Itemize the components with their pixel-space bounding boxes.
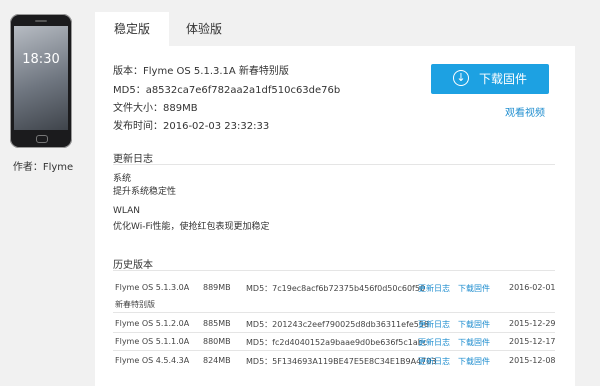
download-link[interactable]: 下载固件 — [458, 319, 490, 330]
changelog-link[interactable]: 更新日志 — [418, 356, 450, 367]
changelog-category: 系统 — [113, 174, 132, 184]
changelog-divider — [113, 164, 555, 165]
history-version: Flyme OS 5.1.2.0A — [115, 319, 190, 328]
history-date: 2015-12-17 — [509, 337, 556, 346]
history-version: Flyme OS 4.5.4.3A — [115, 356, 190, 365]
changelog-link[interactable]: 更新日志 — [418, 283, 450, 294]
row-divider — [113, 312, 555, 313]
phone-screen: 18:30 — [14, 26, 68, 130]
history-version: Flyme OS 5.1.3.0A — [115, 283, 190, 292]
history-size: 889MB — [203, 283, 231, 292]
changelog-link[interactable]: 更新日志 — [418, 319, 450, 330]
phone-clock: 18:30 — [22, 52, 60, 67]
tab-beta[interactable]: 体验版 — [169, 12, 239, 46]
row-divider — [113, 350, 555, 351]
download-button-label: 下载固件 — [479, 72, 528, 86]
download-link[interactable]: 下载固件 — [458, 337, 490, 348]
table-row: Flyme OS 5.1.1.0A 880MB MD5：fc2d4040152a… — [113, 337, 556, 355]
author-label: 作者：Flyme — [12, 162, 74, 173]
history-size: 824MB — [203, 356, 231, 365]
phone-home-button — [36, 135, 48, 143]
history-divider — [113, 270, 555, 271]
firmware-panel: 版本：Flyme OS 5.1.3.1A 新春特别版 MD5：a8532ca7e… — [95, 46, 575, 386]
history-date: 2016-02-01 — [509, 283, 556, 292]
changelog-link[interactable]: 更新日志 — [418, 337, 450, 348]
changelog-item: 优化Wi-Fi性能，使抢红包表现更加稳定 — [113, 222, 270, 232]
history-size: 880MB — [203, 337, 231, 346]
history-date: 2015-12-29 — [509, 319, 556, 328]
table-row: Flyme OS 4.5.4.3A 824MB MD5：5F134693A119… — [113, 356, 556, 374]
release-time-text: 发布时间：2016-02-03 23:32:33 — [113, 121, 270, 132]
history-subtitle: 新春特别版 — [115, 300, 155, 309]
watch-video-link[interactable]: 观看视频 — [505, 104, 545, 119]
download-icon: ↓ — [453, 70, 469, 86]
table-row: Flyme OS 5.1.2.0A 885MB MD5：201243c2eef7… — [113, 319, 556, 337]
history-md5: MD5：201243c2eef790025d8db36311efe558 — [246, 320, 430, 329]
changelog-item: 提升系统稳定性 — [113, 187, 177, 197]
changelog-title: 更新日志 — [113, 154, 153, 165]
download-link[interactable]: 下载固件 — [458, 356, 490, 367]
download-firmware-button[interactable]: ↓ 下载固件 — [431, 64, 549, 94]
history-title: 历史版本 — [113, 260, 153, 271]
tab-stable[interactable]: 稳定版 — [95, 12, 169, 46]
history-size: 885MB — [203, 319, 231, 328]
changelog-category: WLAN — [113, 206, 141, 216]
history-md5: MD5：fc2d4040152a9baae9d0be636f5c1abc — [246, 338, 428, 347]
phone-image: 18:30 — [10, 14, 72, 148]
download-link[interactable]: 下载固件 — [458, 283, 490, 294]
history-version: Flyme OS 5.1.1.0A — [115, 337, 190, 346]
history-md5: MD5：7c19ec8acf6b72375b456f0d50c60f50 — [246, 284, 426, 293]
version-text: 版本：Flyme OS 5.1.3.1A 新春特别版 — [113, 66, 289, 77]
table-row: Flyme OS 5.1.3.0A 889MB MD5：7c19ec8acf6b… — [113, 283, 556, 301]
history-date: 2015-12-08 — [509, 356, 556, 365]
history-md5: MD5：5F134693A119BE47E5E8C34E1B9A4703 — [246, 357, 437, 366]
row-divider — [113, 332, 555, 333]
size-text: 文件大小：889MB — [113, 103, 198, 114]
md5-text: MD5：a8532ca7e6f782aa2a1df510c63de76b — [113, 85, 341, 96]
phone-speaker — [35, 20, 47, 22]
